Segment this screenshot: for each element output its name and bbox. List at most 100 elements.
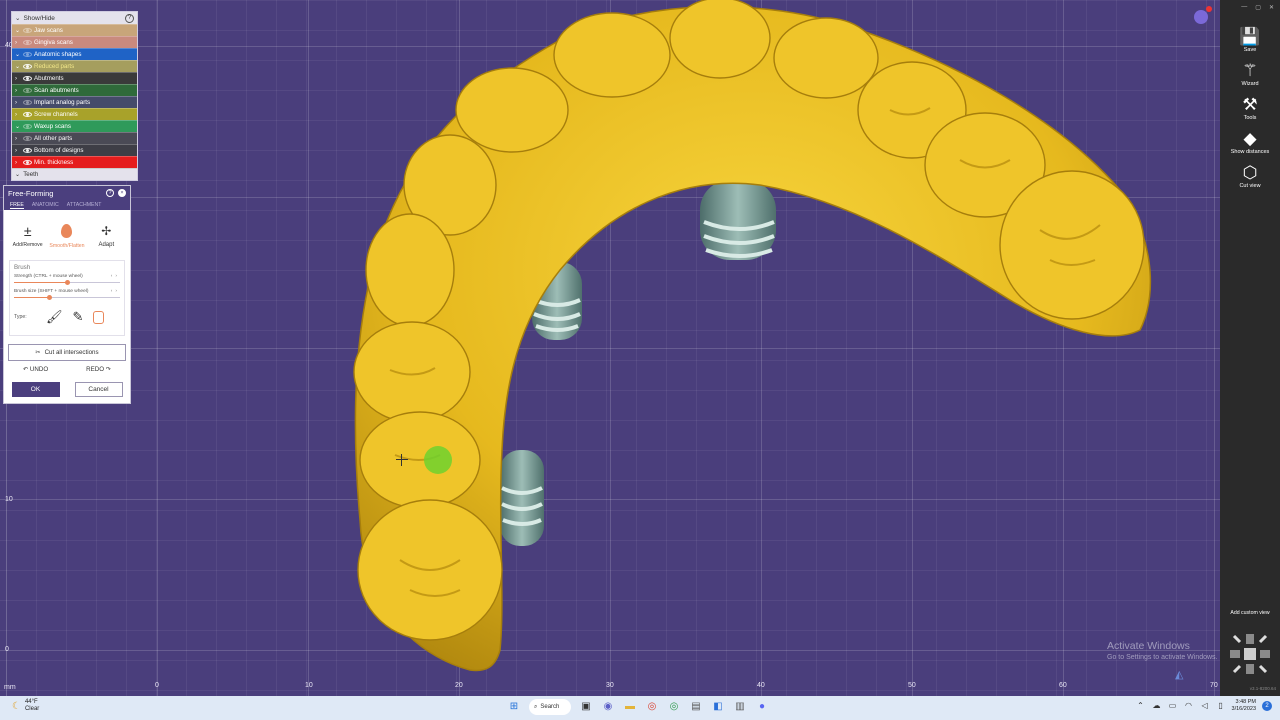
layer-row[interactable]: ⌄ Reduced parts [12, 60, 137, 72]
chevron-right-icon[interactable]: › [15, 76, 23, 82]
x-tick: 20 [455, 682, 463, 689]
eye-icon[interactable] [23, 40, 32, 45]
cut-all-intersections-button[interactable]: ✂ Cut all intersections [8, 344, 126, 361]
tab-attachment[interactable]: ATTACHMENT [67, 202, 102, 208]
help-icon[interactable]: ? [106, 189, 114, 197]
layer-label: Reduced parts [34, 63, 75, 70]
layer-row[interactable]: › Abutments [12, 72, 137, 84]
chevron-down-icon[interactable]: ⌄ [15, 27, 23, 34]
minimize-icon[interactable]: — [1241, 4, 1247, 11]
start-windows-icon[interactable]: ⊞ [507, 700, 521, 714]
taskbar-search[interactable]: ⌕ Search [529, 699, 571, 715]
help-icon[interactable]: ? [125, 13, 134, 23]
chevron-right-icon[interactable]: › [15, 100, 23, 106]
add-remove-tool[interactable]: ± Add/Remove [11, 222, 45, 252]
chevron-right-icon[interactable]: › [15, 40, 23, 46]
wifi-icon[interactable]: ◠ [1184, 699, 1194, 713]
chevron-right-icon[interactable]: › [15, 136, 23, 142]
redo-button[interactable]: REDO ↷ [86, 366, 111, 373]
layer-row[interactable]: › Min. thickness [12, 156, 137, 168]
chevron-down-icon[interactable]: ⌄ [15, 123, 23, 130]
chevron-right-icon[interactable]: › [15, 148, 23, 154]
battery-icon[interactable]: ▯ [1216, 699, 1226, 713]
chevron-right-icon[interactable]: › [15, 112, 23, 118]
close-window-icon[interactable]: ✕ [1269, 4, 1274, 11]
jaw-model[interactable] [0, 0, 1220, 696]
file-explorer-icon[interactable]: ▬ [623, 700, 637, 714]
right-toolbar: — ▢ ✕ 💾 Save ⚚ Wizard ⚒ Tools ◆ Show dis… [1220, 0, 1280, 696]
pen-brush-icon[interactable]: ✎ [73, 309, 84, 325]
undo-button[interactable]: ↶ UNDO [23, 366, 48, 373]
chevron-down-icon[interactable]: ⌄ [15, 51, 23, 58]
show-distances-button[interactable]: ◆ Show distances [1220, 129, 1280, 155]
cut-view-button[interactable]: ⬡ Cut view [1220, 163, 1280, 189]
tab-free[interactable]: FREE [10, 202, 24, 209]
layer-row[interactable]: ⌄ Waxup scans [12, 120, 137, 132]
notification-bell-icon[interactable] [1194, 10, 1208, 24]
layer-row[interactable]: › Bottom of designs [12, 144, 137, 156]
layer-row[interactable]: › Scan abutments [12, 84, 137, 96]
eye-icon[interactable] [23, 112, 32, 117]
teeth-section[interactable]: ⌄ Teeth [12, 168, 137, 180]
layer-row[interactable]: › Gingiva scans [12, 36, 137, 48]
eye-icon[interactable] [23, 64, 32, 69]
eye-icon[interactable] [23, 100, 32, 105]
eye-icon[interactable] [23, 52, 32, 57]
eye-icon[interactable] [23, 160, 32, 165]
chevron-right-icon[interactable]: › [15, 160, 23, 166]
app-window-icon-2[interactable]: ▥ [733, 700, 747, 714]
stepper-arrows-icon[interactable]: ‹› [111, 289, 120, 294]
discord-icon[interactable]: ● [755, 700, 769, 714]
app-window-icon[interactable]: ▤ [689, 700, 703, 714]
weather-widget[interactable]: ☾ 44°F Clear [12, 699, 39, 713]
clock[interactable]: 3:48 PM 3/16/2023 [1232, 699, 1256, 713]
cylinder-brush-icon[interactable] [93, 310, 105, 324]
notification-badge[interactable]: 2 [1262, 701, 1272, 711]
strength-slider[interactable] [14, 280, 120, 286]
adapt-tool[interactable]: ✢ Adapt [89, 222, 123, 252]
system-tray: ⌃ ☁ ▭ ◠ ◁ ▯ 3:48 PM 3/16/2023 2 [1136, 699, 1272, 713]
chevron-right-icon[interactable]: › [15, 88, 23, 94]
eye-icon[interactable] [23, 88, 32, 93]
eye-icon[interactable] [23, 28, 32, 33]
stepper-arrows-icon[interactable]: ‹› [111, 274, 120, 279]
chevron-up-icon[interactable]: ⌃ [1136, 699, 1146, 713]
paint-brush-icon[interactable]: 🖌 [46, 309, 63, 325]
task-view-icon[interactable]: ▣ [579, 700, 593, 714]
tools-button[interactable]: ⚒ Tools [1220, 95, 1280, 121]
layer-row[interactable]: ⌄ Jaw scans [12, 24, 137, 36]
cancel-button[interactable]: Cancel [74, 382, 123, 397]
tools-icon: ⚒ [1242, 95, 1258, 114]
brush-size-slider[interactable] [14, 295, 120, 301]
exocad-app-icon[interactable]: ◧ [711, 700, 725, 714]
tab-anatomic[interactable]: ANATOMIC [32, 202, 59, 208]
cloud-icon[interactable]: ☁ [1152, 699, 1162, 713]
layer-row[interactable]: › All other parts [12, 132, 137, 144]
layer-row[interactable]: ⌄ Anatomic shapes [12, 48, 137, 60]
chat-icon[interactable]: ◉ [601, 700, 615, 714]
show-distances-label: Show distances [1230, 149, 1270, 155]
brush-type-row: Type: 🖌 ✎ [14, 309, 120, 325]
chrome-alt-icon[interactable]: ◎ [667, 700, 681, 714]
show-hide-panel: ⌄ Show/Hide ? ⌄ Jaw scans › Gingiva scans ⌄ A… [11, 11, 138, 181]
smooth-flatten-tool[interactable]: Smooth/Flatten [49, 222, 85, 252]
view-cube-icon[interactable] [1228, 630, 1272, 678]
show-hide-header[interactable]: ⌄ Show/Hide ? [12, 12, 137, 24]
eye-icon[interactable] [23, 124, 32, 129]
add-custom-view-button[interactable]: Add custom view [1220, 610, 1280, 616]
layer-row[interactable]: › Implant analog parts [12, 96, 137, 108]
3d-viewport[interactable]: 0 10 20 30 40 50 60 70 40 10 0 mm [0, 0, 1220, 696]
chrome-icon[interactable]: ◎ [645, 700, 659, 714]
speaker-icon[interactable]: ◁ [1200, 699, 1210, 713]
eye-icon[interactable] [23, 136, 32, 141]
chevron-down-icon[interactable]: ⌄ [15, 63, 23, 70]
close-icon[interactable]: × [118, 189, 126, 197]
save-button[interactable]: 💾 Save [1220, 27, 1280, 53]
monitor-icon[interactable]: ▭ [1168, 699, 1178, 713]
maximize-icon[interactable]: ▢ [1255, 4, 1261, 11]
eye-icon[interactable] [23, 148, 32, 153]
ok-button[interactable]: OK [11, 382, 60, 397]
wizard-button[interactable]: ⚚ Wizard [1220, 61, 1280, 87]
eye-icon[interactable] [23, 76, 32, 81]
layer-row[interactable]: › Screw channels [12, 108, 137, 120]
